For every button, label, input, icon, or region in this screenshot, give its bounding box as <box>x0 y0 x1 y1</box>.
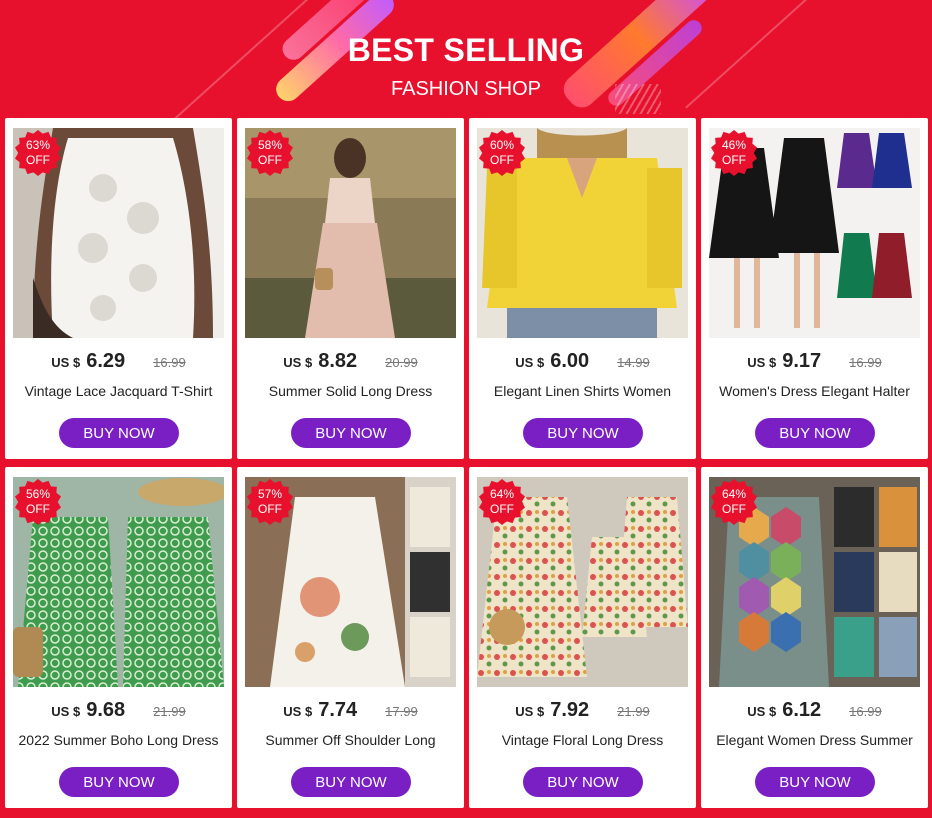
original-price: 16.99 <box>153 355 186 370</box>
banner: BEST SELLING FASHION SHOP <box>0 0 932 118</box>
original-price: 16.99 <box>849 704 882 719</box>
sale-price: 6.29 <box>86 350 126 372</box>
product-name[interactable]: Summer Off Shoulder Long <box>237 732 464 748</box>
product-card[interactable]: 46% OFF US $ 9.17 16.99 Women's Dress El… <box>701 118 928 459</box>
sale-price: 7.74 <box>318 699 358 721</box>
product-card[interactable]: 57% OFF US $ 7.74 17.99 Summer Off Shoul… <box>237 467 464 808</box>
product-name[interactable]: 2022 Summer Boho Long Dress <box>5 732 232 748</box>
currency-label: US $ <box>51 704 81 719</box>
discount-value: 60% <box>489 138 515 152</box>
discount-value: 46% <box>721 138 747 152</box>
currency-label: US $ <box>515 355 545 370</box>
product-name[interactable]: Elegant Linen Shirts Women <box>469 383 696 399</box>
currency-label: US $ <box>747 355 777 370</box>
buy-now-button[interactable]: BUY NOW <box>291 418 411 448</box>
discount-value: 63% <box>25 138 51 152</box>
price-row: US $ 7.92 21.99 <box>469 699 696 723</box>
sale-price: 6.12 <box>782 699 822 721</box>
product-grid: 63% OFF US $ 6.29 16.99 Vintage Lace Jac… <box>5 118 929 808</box>
sale-price: 9.68 <box>86 699 126 721</box>
product-name[interactable]: Summer Solid Long Dress <box>237 383 464 399</box>
product-card[interactable]: 64% OFF US $ 7.92 21.99 Vintage Floral L… <box>469 467 696 808</box>
original-price: 21.99 <box>617 704 650 719</box>
discount-off-label: OFF <box>26 153 50 167</box>
discount-off-label: OFF <box>258 502 282 516</box>
currency-label: US $ <box>283 704 313 719</box>
currency-label: US $ <box>515 704 545 719</box>
currency-label: US $ <box>283 355 313 370</box>
product-card[interactable]: 56% OFF US $ 9.68 21.99 2022 Summer Boho… <box>5 467 232 808</box>
discount-off-label: OFF <box>490 502 514 516</box>
discount-off-label: OFF <box>490 153 514 167</box>
original-price: 14.99 <box>617 355 650 370</box>
product-card[interactable]: 64% OFF US $ 6.12 16.99 Elegant Women Dr… <box>701 467 928 808</box>
product-name[interactable]: Elegant Women Dress Summer <box>701 732 928 748</box>
sale-price: 6.00 <box>550 350 590 372</box>
product-card[interactable]: 63% OFF US $ 6.29 16.99 Vintage Lace Jac… <box>5 118 232 459</box>
price-row: US $ 8.82 20.99 <box>237 350 464 374</box>
sale-price: 8.82 <box>318 350 358 372</box>
original-price: 17.99 <box>385 704 418 719</box>
banner-subtitle: FASHION SHOP <box>390 78 542 100</box>
discount-off-label: OFF <box>722 502 746 516</box>
discount-value: 64% <box>721 487 747 501</box>
price-row: US $ 9.68 21.99 <box>5 699 232 723</box>
currency-label: US $ <box>747 704 777 719</box>
discount-off-label: OFF <box>722 153 746 167</box>
product-name[interactable]: Vintage Floral Long Dress <box>469 732 696 748</box>
discount-value: 58% <box>257 138 283 152</box>
price-row: US $ 6.12 16.99 <box>701 699 928 723</box>
product-name[interactable]: Women's Dress Elegant Halter <box>701 383 928 399</box>
price-row: US $ 7.74 17.99 <box>237 699 464 723</box>
product-name[interactable]: Vintage Lace Jacquard T-Shirt <box>5 383 232 399</box>
sale-price: 7.92 <box>550 699 590 721</box>
buy-now-button[interactable]: BUY NOW <box>291 767 411 797</box>
buy-now-button[interactable]: BUY NOW <box>523 418 643 448</box>
buy-now-button[interactable]: BUY NOW <box>59 418 179 448</box>
price-row: US $ 6.00 14.99 <box>469 350 696 374</box>
product-card[interactable]: 60% OFF US $ 6.00 14.99 Elegant Linen Sh… <box>469 118 696 459</box>
discount-off-label: OFF <box>26 502 50 516</box>
original-price: 16.99 <box>849 355 882 370</box>
discount-value: 64% <box>489 487 515 501</box>
sale-price: 9.17 <box>782 350 822 372</box>
discount-value: 57% <box>257 487 283 501</box>
buy-now-button[interactable]: BUY NOW <box>755 418 875 448</box>
price-row: US $ 6.29 16.99 <box>5 350 232 374</box>
buy-now-button[interactable]: BUY NOW <box>523 767 643 797</box>
buy-now-button[interactable]: BUY NOW <box>755 767 875 797</box>
buy-now-button[interactable]: BUY NOW <box>59 767 179 797</box>
currency-label: US $ <box>51 355 81 370</box>
original-price: 20.99 <box>385 355 418 370</box>
discount-off-label: OFF <box>258 153 282 167</box>
price-row: US $ 9.17 16.99 <box>701 350 928 374</box>
banner-title: BEST SELLING <box>347 32 585 68</box>
discount-value: 56% <box>25 487 51 501</box>
original-price: 21.99 <box>153 704 186 719</box>
product-card[interactable]: 58% OFF US $ 8.82 20.99 Summer Solid Lon… <box>237 118 464 459</box>
